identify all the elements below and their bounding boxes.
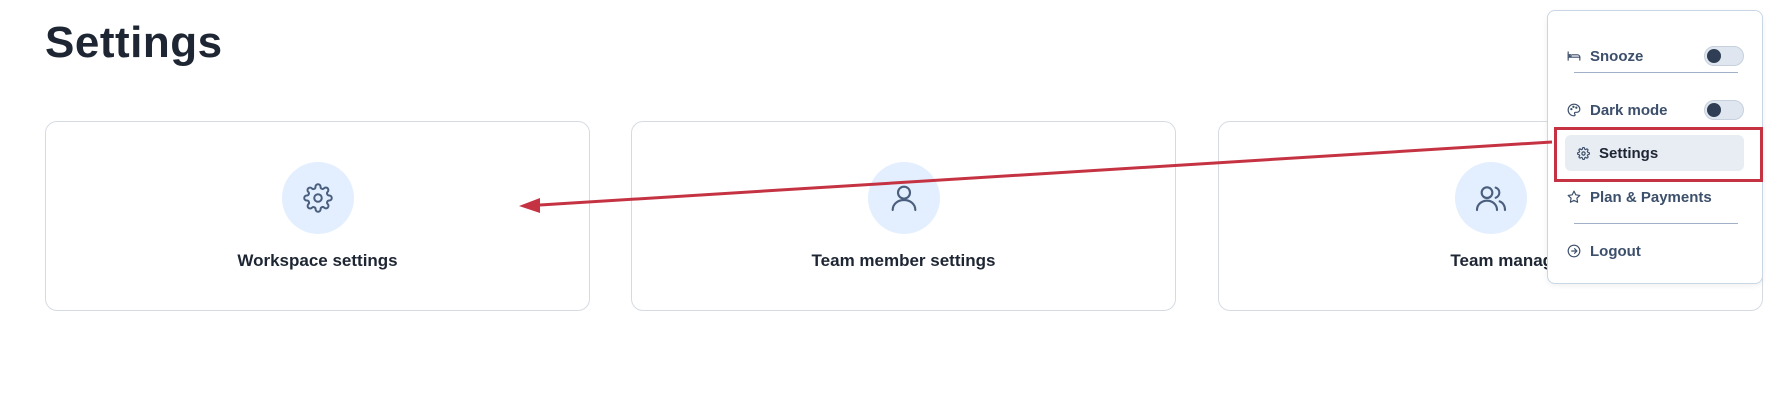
page-title: Settings: [45, 18, 223, 67]
menu-item-snooze[interactable]: Snooze: [1566, 38, 1744, 74]
team-member-settings-card[interactable]: Team member settings: [631, 121, 1176, 311]
annotation-highlight-box: [1554, 127, 1763, 182]
palette-icon: [1566, 102, 1582, 118]
menu-label-plan: Plan & Payments: [1590, 188, 1712, 206]
logout-icon: [1566, 243, 1582, 259]
star-icon: [1566, 189, 1582, 205]
users-icon: [1454, 162, 1527, 234]
gear-icon: [281, 162, 354, 234]
workspace-settings-card[interactable]: Workspace settings: [45, 121, 590, 311]
menu-label-dark-mode: Dark mode: [1590, 101, 1668, 119]
dark-mode-toggle[interactable]: [1704, 100, 1744, 120]
menu-divider: [1574, 223, 1738, 224]
menu-label-logout: Logout: [1590, 242, 1641, 260]
menu-item-logout[interactable]: Logout: [1566, 233, 1744, 269]
user-icon: [867, 162, 940, 234]
menu-divider: [1574, 72, 1738, 73]
menu-item-plan-payments[interactable]: Plan & Payments: [1566, 179, 1744, 215]
card-label: Workspace settings: [237, 251, 398, 270]
menu-item-dark-mode[interactable]: Dark mode: [1566, 92, 1744, 128]
card-label: Team member settings: [811, 251, 996, 270]
snooze-toggle[interactable]: [1704, 46, 1744, 66]
menu-label-snooze: Snooze: [1590, 47, 1644, 65]
bed-icon: [1566, 48, 1582, 64]
